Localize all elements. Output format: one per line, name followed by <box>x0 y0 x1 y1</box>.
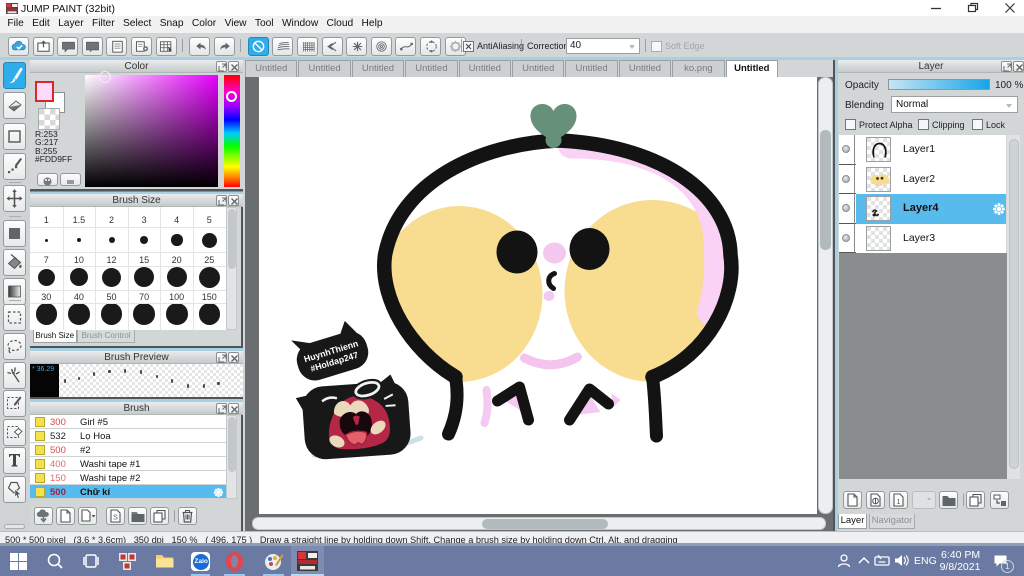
svg-text:1: 1 <box>896 497 900 506</box>
svg-text:S: S <box>113 515 118 522</box>
